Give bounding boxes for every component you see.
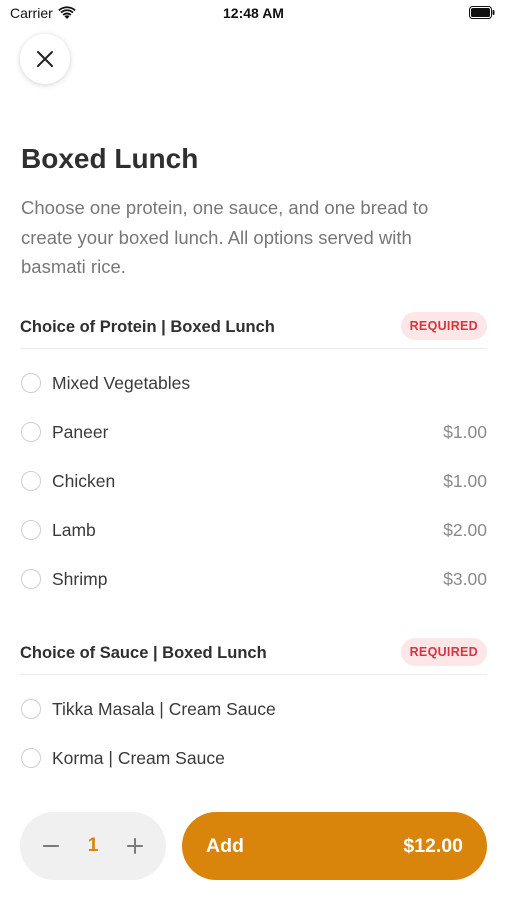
radio-button[interactable] bbox=[21, 373, 41, 393]
section-header-protein: Choice of Protein | Boxed Lunch REQUIRED bbox=[20, 312, 487, 349]
bottom-action-bar: 1 Add $12.00 bbox=[0, 790, 507, 900]
radio-button[interactable] bbox=[21, 569, 41, 589]
option-label: Korma | Cream Sauce bbox=[52, 747, 225, 768]
radio-button[interactable] bbox=[21, 748, 41, 768]
minus-icon bbox=[43, 845, 59, 847]
radio-button[interactable] bbox=[21, 422, 41, 442]
item-description: Choose one protein, one sauce, and one b… bbox=[21, 197, 429, 277]
option-mixed-vegetables[interactable]: Mixed Vegetables bbox=[20, 368, 487, 398]
option-label: Shrimp bbox=[52, 568, 108, 589]
radio-button[interactable] bbox=[21, 471, 41, 491]
option-label: Tikka Masala | Cream Sauce bbox=[52, 698, 276, 719]
section-header-sauce: Choice of Sauce | Boxed Lunch REQUIRED bbox=[20, 638, 487, 675]
quantity-value: 1 bbox=[87, 835, 99, 856]
section-title: Choice of Sauce | Boxed Lunch bbox=[20, 644, 267, 662]
required-badge: REQUIRED bbox=[400, 312, 487, 340]
clock: 12:48 AM bbox=[223, 5, 284, 21]
close-button[interactable] bbox=[20, 34, 70, 84]
required-badge: REQUIRED bbox=[400, 638, 487, 666]
option-shrimp[interactable]: Shrimp $3.00 bbox=[20, 564, 487, 594]
add-to-cart-button[interactable]: Add $12.00 bbox=[182, 812, 487, 880]
option-chicken[interactable]: Chicken $1.00 bbox=[20, 466, 487, 496]
option-price: $1.00 bbox=[443, 421, 487, 442]
option-price: $2.00 bbox=[443, 519, 487, 540]
option-tikka-masala[interactable]: Tikka Masala | Cream Sauce bbox=[20, 694, 487, 724]
option-label: Lamb bbox=[52, 519, 96, 540]
option-paneer[interactable]: Paneer $1.00 bbox=[20, 417, 487, 447]
option-korma[interactable]: Korma | Cream Sauce bbox=[20, 743, 487, 773]
close-icon bbox=[37, 51, 53, 67]
option-label: Mixed Vegetables bbox=[52, 372, 191, 393]
page-title: Boxed Lunch bbox=[21, 143, 199, 174]
section-title: Choice of Protein | Boxed Lunch bbox=[20, 318, 275, 336]
total-price: $12.00 bbox=[403, 834, 463, 857]
option-price: $1.00 bbox=[443, 470, 487, 491]
option-price: $3.00 bbox=[443, 568, 487, 589]
battery-icon bbox=[469, 6, 495, 19]
option-label: Chicken bbox=[52, 470, 116, 491]
increment-button[interactable] bbox=[124, 835, 146, 857]
radio-button[interactable] bbox=[21, 520, 41, 540]
decrement-button[interactable] bbox=[40, 835, 62, 857]
option-lamb[interactable]: Lamb $2.00 bbox=[20, 515, 487, 545]
quantity-stepper: 1 bbox=[20, 812, 166, 880]
radio-button[interactable] bbox=[21, 699, 41, 719]
status-bar: Carrier 12:48 AM bbox=[0, 0, 507, 28]
plus-icon bbox=[126, 838, 143, 854]
option-label: Paneer bbox=[52, 421, 109, 442]
add-label: Add bbox=[206, 834, 244, 857]
